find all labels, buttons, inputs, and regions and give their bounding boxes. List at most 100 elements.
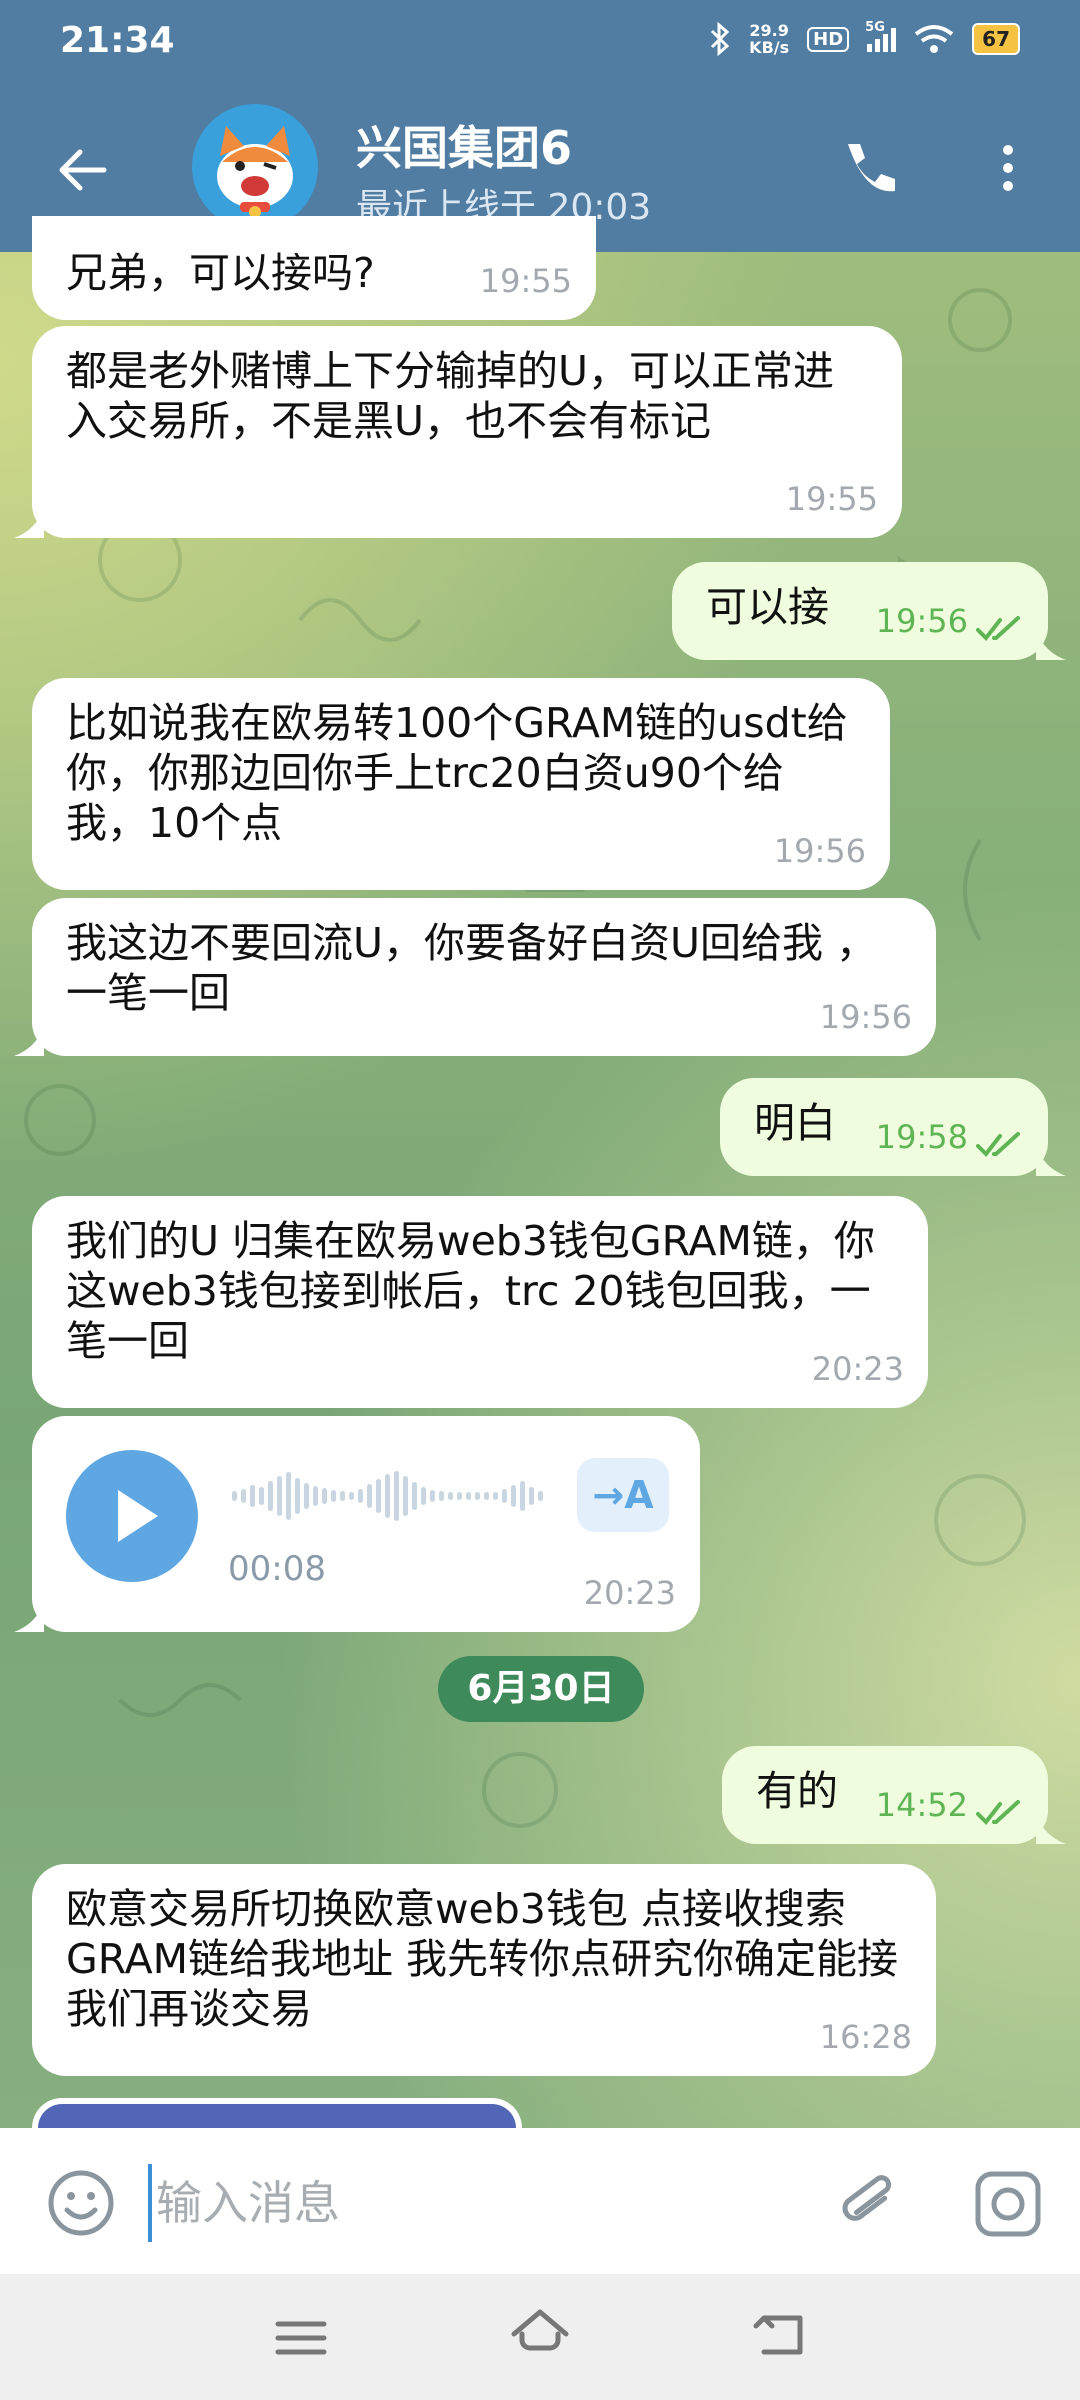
back-icon[interactable] — [750, 2306, 814, 2364]
message-bubble-outgoing[interactable]: 有的 14:52 — [722, 1746, 1048, 1844]
message-bubble-incoming[interactable]: 兄弟，可以接吗? 19:55 — [32, 216, 596, 320]
home-icon[interactable] — [506, 2304, 574, 2366]
bubble-tail — [1036, 1814, 1066, 1844]
message-bubble-incoming[interactable]: 都是老外赌博上下分输掉的U，可以正常进入交易所，不是黑U，也不会有标记 19:5… — [32, 326, 902, 538]
net-speed: 29.9 KB/s — [749, 22, 789, 56]
bluetooth-icon — [711, 22, 730, 56]
net-speed-unit: KB/s — [749, 38, 790, 57]
message-time: 14:52 — [875, 1786, 968, 1824]
waveform-bar — [277, 1476, 282, 1516]
waveform-bar — [349, 1492, 354, 1500]
waveform-bar — [412, 1482, 417, 1510]
waveform-bar — [331, 1490, 336, 1502]
waveform-bar — [340, 1491, 345, 1501]
cat-avatar-image — [217, 126, 293, 218]
message-text: 明白 — [754, 1099, 836, 1147]
message-time: 19:58 — [875, 1118, 968, 1156]
waveform-bar — [466, 1492, 471, 1500]
play-button[interactable] — [66, 1450, 198, 1582]
network-type-label: 5G — [865, 20, 885, 35]
waveform-bar — [403, 1476, 408, 1516]
message-bubble-outgoing[interactable]: 明白 19:58 — [720, 1078, 1048, 1176]
waveform[interactable] — [232, 1466, 552, 1526]
net-speed-value: 29.9 — [749, 21, 789, 40]
message-text: 有的 — [756, 1767, 838, 1815]
message-bubble-outgoing[interactable]: 可以接 19:56 — [672, 562, 1048, 660]
waveform-bar — [376, 1479, 381, 1513]
waveform-bar — [448, 1492, 453, 1500]
bubble-tail — [14, 1602, 44, 1632]
camera-icon[interactable] — [972, 2168, 1044, 2240]
waveform-bar — [304, 1483, 309, 1509]
chat-title[interactable]: 兴国集团6 — [356, 112, 572, 178]
transcribe-button[interactable]: →A — [577, 1458, 669, 1532]
waveform-bar — [511, 1485, 516, 1507]
message-input[interactable]: 输入消息 — [148, 2164, 788, 2242]
more-vertical-icon[interactable] — [990, 136, 1026, 200]
waveform-bar — [502, 1489, 507, 1503]
message-text: 兄弟，可以接吗? — [66, 249, 375, 297]
waveform-bar — [313, 1486, 318, 1506]
message-text: 比如说我在欧易转100个GRAM链的usdt给你，你那边回你手上trc20白资u… — [66, 699, 848, 847]
message-text: 都是老外赌博上下分输掉的U，可以正常进入交易所，不是黑U，也不会有标记 — [66, 347, 835, 445]
read-check-icon — [976, 1800, 1020, 1826]
waveform-bar — [367, 1484, 372, 1508]
waveform-bar — [259, 1487, 264, 1505]
date-separator: 6月30日 — [438, 1656, 644, 1722]
message-bubble-incoming[interactable]: 欧意交易所切换欧意web3钱包 点接收搜索GRAM链给我地址 我先转你点研究你确… — [32, 1864, 936, 2076]
waveform-bar — [295, 1478, 300, 1514]
waveform-bar — [538, 1491, 543, 1501]
system-navigation-bar — [0, 2274, 1080, 2400]
voice-message-bubble[interactable]: 00:08 →A 20:23 — [32, 1416, 700, 1632]
waveform-bar — [484, 1492, 489, 1500]
status-time: 21:34 — [60, 20, 175, 61]
waveform-bar — [457, 1492, 462, 1500]
waveform-bar — [385, 1474, 390, 1518]
waveform-bar — [286, 1472, 291, 1520]
waveform-bar — [529, 1487, 534, 1505]
bubble-tail — [14, 1026, 44, 1056]
read-check-icon — [976, 616, 1020, 642]
message-time: 19:56 — [819, 998, 912, 1036]
message-time: 19:56 — [875, 602, 968, 640]
waveform-bar — [268, 1481, 273, 1511]
message-time: 19:55 — [479, 262, 572, 300]
voice-duration: 00:08 — [228, 1549, 326, 1589]
menu-icon[interactable] — [270, 2314, 332, 2362]
avatar[interactable] — [192, 104, 318, 230]
waveform-bar — [322, 1488, 327, 1504]
hd-icon: HD — [807, 26, 850, 52]
bubble-tail — [14, 508, 44, 538]
chat-header: 21:34 29.9 KB/s HD 5G 67 兴国集团6 最近上线于 20:… — [0, 0, 1080, 252]
message-time: 19:56 — [773, 832, 866, 870]
bubble-tail — [1036, 630, 1066, 660]
waveform-bar — [493, 1492, 498, 1500]
message-bubble-incoming[interactable]: 我们的U 归集在欧易web3钱包GRAM链，你这web3钱包接到帐后，trc 2… — [32, 1196, 928, 1408]
play-icon — [118, 1490, 158, 1542]
waveform-bar — [232, 1491, 237, 1501]
message-text: 我这边不要回流U，你要备好白资U回给我 ，一笔一回 — [66, 919, 878, 1017]
attach-icon[interactable] — [832, 2166, 904, 2238]
message-text: 可以接 — [706, 583, 829, 631]
status-icons: 29.9 KB/s HD 5G 67 — [709, 20, 1020, 56]
message-text: 欧意交易所切换欧意web3钱包 点接收搜索GRAM链给我地址 我先转你点研究你确… — [66, 1885, 899, 2033]
message-bubble-incoming[interactable]: 比如说我在欧易转100个GRAM链的usdt给你，你那边回你手上trc20白资u… — [32, 678, 890, 890]
message-text: 我们的U 归集在欧易web3钱包GRAM链，你这web3钱包接到帐后，trc 2… — [66, 1217, 875, 1365]
waveform-bar — [475, 1492, 480, 1500]
waveform-bar — [421, 1487, 426, 1505]
signal-icon: 5G — [865, 20, 897, 52]
emoji-icon[interactable] — [46, 2168, 116, 2238]
read-check-icon — [976, 1132, 1020, 1158]
back-arrow-icon[interactable] — [52, 140, 112, 200]
message-input-bar: 输入消息 — [0, 2128, 1080, 2274]
waveform-bar — [430, 1490, 435, 1502]
waveform-bar — [520, 1481, 525, 1511]
phone-icon[interactable] — [834, 136, 898, 200]
battery-icon: 67 — [972, 23, 1020, 55]
message-time: 20:23 — [811, 1350, 904, 1388]
message-time: 20:23 — [583, 1574, 676, 1612]
message-bubble-incoming[interactable]: 我这边不要回流U，你要备好白资U回给我 ，一笔一回 19:56 — [32, 898, 936, 1056]
bubble-tail — [1036, 1146, 1066, 1176]
waveform-bar — [358, 1489, 363, 1503]
message-time: 19:55 — [785, 480, 878, 518]
